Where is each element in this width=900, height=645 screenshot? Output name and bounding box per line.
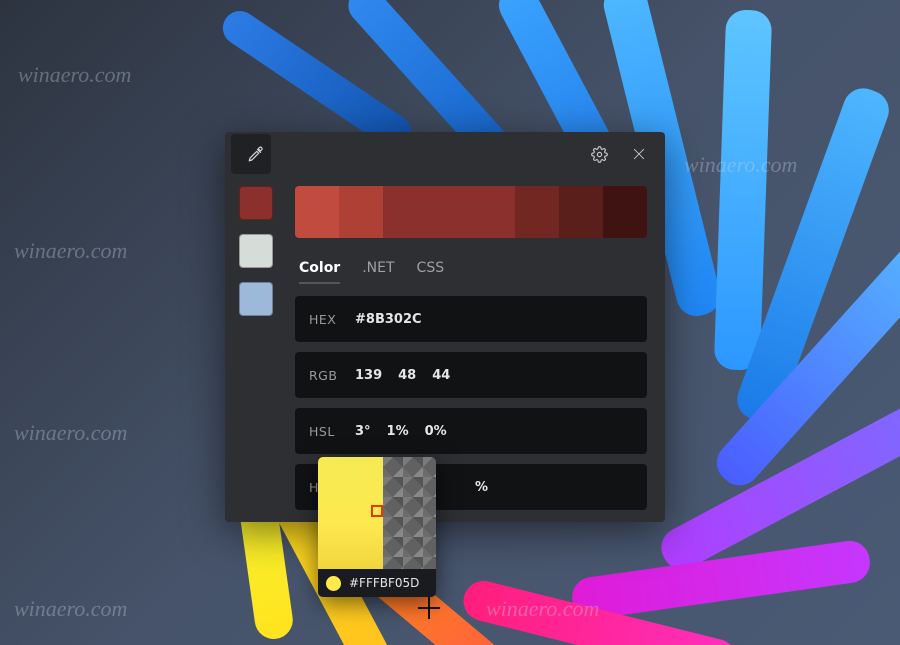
magnifier-target-icon <box>371 505 383 517</box>
hsl-s: 1% <box>387 424 409 439</box>
magnifier-swatch <box>326 576 341 591</box>
hsl-h: 3° <box>355 424 371 439</box>
color-picker-panel: Color .NET CSS HEX #8B302C RGB 139 48 44… <box>225 132 665 522</box>
shade-step[interactable] <box>603 186 647 238</box>
close-icon <box>632 147 646 161</box>
shade-step[interactable] <box>339 186 383 238</box>
format-tabs: Color .NET CSS <box>295 256 647 296</box>
tab-css[interactable]: CSS <box>417 260 445 284</box>
hsl-l: 0% <box>425 424 447 439</box>
history-swatch[interactable] <box>239 282 273 316</box>
hex-value: #8B302C <box>355 312 422 327</box>
settings-button[interactable] <box>579 134 619 174</box>
rgb-g: 48 <box>398 368 416 383</box>
magnifier-view <box>318 457 436 569</box>
rgb-row[interactable]: RGB 139 48 44 <box>295 352 647 398</box>
magnifier-footer: #FFFBF05D <box>318 569 436 597</box>
shade-bar[interactable] <box>295 186 647 238</box>
gear-icon <box>591 146 608 163</box>
eyedropper-magnifier: #FFFBF05D <box>318 457 436 597</box>
history-swatch[interactable] <box>239 186 273 220</box>
rgb-label: RGB <box>309 368 355 383</box>
watermark: winaero.com <box>18 62 131 88</box>
rgb-r: 139 <box>355 368 382 383</box>
watermark: winaero.com <box>14 238 127 264</box>
color-history-sidebar <box>225 176 287 522</box>
shade-step[interactable] <box>559 186 603 238</box>
shade-step-selected[interactable] <box>383 186 515 238</box>
magnifier-sample-right <box>383 457 436 569</box>
tab-color[interactable]: Color <box>299 260 340 284</box>
eyedropper-button[interactable] <box>231 134 271 174</box>
watermark: winaero.com <box>14 596 127 622</box>
hsv-partial-value: % <box>475 480 488 495</box>
hsl-row[interactable]: HSL 3° 1% 0% <box>295 408 647 454</box>
decorative-ray <box>714 9 773 370</box>
history-swatch[interactable] <box>239 234 273 268</box>
shade-step[interactable] <box>515 186 559 238</box>
magnifier-hex-value: #FFFBF05D <box>349 576 419 590</box>
hex-label: HEX <box>309 312 355 327</box>
rgb-b: 44 <box>432 368 450 383</box>
close-button[interactable] <box>619 134 659 174</box>
titlebar <box>225 132 665 176</box>
tab-dotnet[interactable]: .NET <box>362 260 394 284</box>
watermark: winaero.com <box>14 420 127 446</box>
hsl-label: HSL <box>309 424 355 439</box>
shade-step[interactable] <box>295 186 339 238</box>
eyedropper-icon <box>247 145 265 163</box>
hex-row[interactable]: HEX #8B302C <box>295 296 647 342</box>
